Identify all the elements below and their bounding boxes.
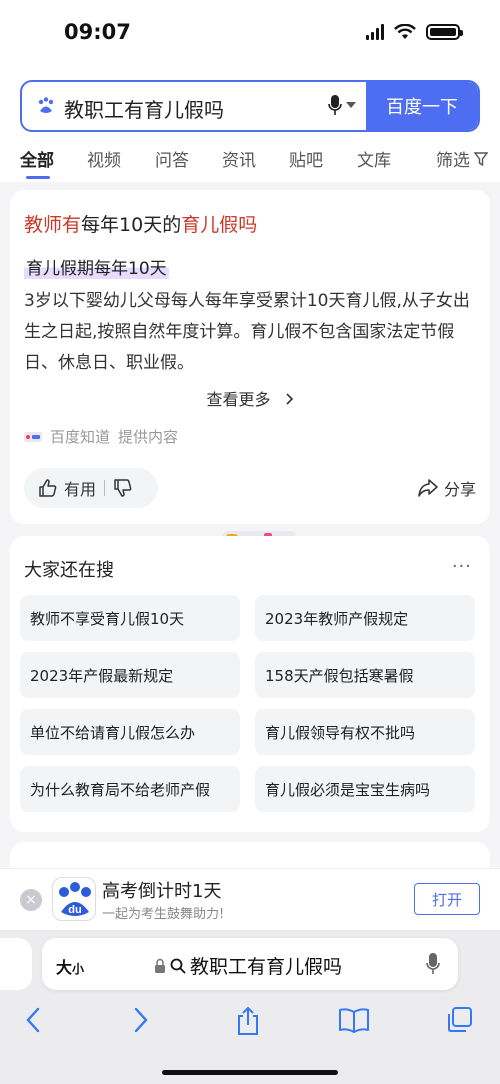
status-time: 09:07 xyxy=(64,20,131,44)
tab-news[interactable]: 资讯 xyxy=(222,146,256,171)
text-size-small: 小 xyxy=(72,962,85,976)
chevron-right-icon xyxy=(285,393,293,405)
close-banner-icon[interactable]: × xyxy=(20,889,42,911)
related-searches-card: 大家还在搜 ··· 教师不享受育儿假10天 2023年教师产假规定 2023年产… xyxy=(10,536,490,832)
useful-label[interactable]: 有用 xyxy=(64,476,96,500)
logo-text: du xyxy=(68,904,81,916)
filter-label: 筛选 xyxy=(436,151,470,171)
previous-tab-peek[interactable] xyxy=(0,938,32,990)
search-input[interactable]: 教职工有育儿假吗 xyxy=(64,94,224,123)
cellular-signal-icon xyxy=(366,24,384,40)
search-header: 教职工有育儿假吗 百度一下 全部 视频 问答 资讯 贴吧 文库 筛选 xyxy=(0,70,500,182)
open-app-button[interactable]: 打开 xyxy=(414,883,480,915)
answer-subtitle: 育儿假期每年10天 xyxy=(24,254,169,279)
related-search-item[interactable]: 教师不享受育儿假10天 xyxy=(20,595,240,641)
view-more-label: 查看更多 xyxy=(206,390,271,409)
share-label: 分享 xyxy=(443,480,476,499)
related-search-item[interactable]: 2023年产假最新规定 xyxy=(20,652,240,698)
browser-bottom-bar: 大小 教职工有育儿假吗 xyxy=(0,930,500,1084)
address-text: 教职工有育儿假吗 xyxy=(190,956,343,978)
status-icons xyxy=(366,24,463,40)
home-indicator xyxy=(162,1070,338,1075)
view-more-link[interactable]: 查看更多 xyxy=(10,386,490,410)
title-middle: 每年10天的 xyxy=(81,214,182,236)
address-content[interactable]: 教职工有育儿假吗 xyxy=(154,952,342,979)
voice-search[interactable] xyxy=(328,94,356,116)
related-search-item[interactable]: 2023年教师产假规定 xyxy=(255,595,475,641)
title-highlight-2: 育儿假吗 xyxy=(181,214,258,236)
tab-tieba[interactable]: 贴吧 xyxy=(289,146,323,171)
search-button[interactable]: 百度一下 xyxy=(366,82,478,130)
wifi-icon xyxy=(394,24,416,39)
baidu-zhidao-logo-icon xyxy=(24,431,42,442)
back-icon[interactable] xyxy=(24,1006,42,1034)
microphone-icon xyxy=(328,95,342,115)
app-promo-banner: × du 高考倒计时1天 一起为考生鼓舞助力! 打开 xyxy=(0,868,500,930)
active-tab-indicator xyxy=(26,176,50,179)
baidu-paw-icon: du xyxy=(59,882,91,916)
tabs-icon[interactable] xyxy=(446,1006,474,1034)
title-highlight-1: 教师有 xyxy=(24,214,82,236)
banner-subtitle: 一起为考生鼓舞助力! xyxy=(102,907,225,922)
filter-icon xyxy=(474,151,488,166)
tab-video[interactable]: 视频 xyxy=(87,146,121,171)
baidu-paw-icon xyxy=(38,97,54,113)
text-size-big: 大 xyxy=(56,958,73,977)
dropdown-arrow-icon xyxy=(346,102,356,108)
divider xyxy=(104,480,106,496)
source-info: 百度知道 提供内容 xyxy=(24,426,178,447)
result-title[interactable]: 教师有每年10天的育儿假吗 xyxy=(24,210,257,237)
filter-button[interactable]: 筛选 xyxy=(436,146,488,171)
microphone-icon[interactable] xyxy=(426,952,440,976)
bookmarks-icon[interactable] xyxy=(338,1006,370,1034)
share-button[interactable]: 分享 xyxy=(418,476,476,500)
tab-wenku[interactable]: 文库 xyxy=(357,146,391,171)
banner-title: 高考倒计时1天 xyxy=(102,881,222,902)
share-icon[interactable] xyxy=(234,1006,262,1036)
answer-body: 3岁以下婴幼儿父母每人每年享受累计10天育儿假,从子女出生之日起,按照自然年度计… xyxy=(24,291,470,373)
thumbs-up-icon[interactable] xyxy=(38,478,58,498)
tab-qa[interactable]: 问答 xyxy=(155,146,189,171)
tab-all[interactable]: 全部 xyxy=(20,146,54,171)
more-options-icon[interactable]: ··· xyxy=(452,556,472,577)
related-search-item[interactable]: 育儿假领导有权不批吗 xyxy=(255,709,475,755)
address-bar[interactable]: 大小 教职工有育儿假吗 xyxy=(42,938,458,990)
baidu-app-logo: du xyxy=(52,877,96,921)
browser-toolbar xyxy=(0,1002,500,1042)
text-size-button[interactable]: 大小 xyxy=(56,954,84,978)
feedback-pill: 有用 xyxy=(24,468,158,508)
search-icon xyxy=(170,958,186,974)
source-note: 提供内容 xyxy=(118,428,179,446)
status-bar: 09:07 xyxy=(0,0,500,70)
forward-icon[interactable] xyxy=(132,1006,150,1034)
related-search-item[interactable]: 育儿假必须是宝宝生病吗 xyxy=(255,766,475,812)
related-title: 大家还在搜 xyxy=(24,560,114,581)
source-name: 百度知道 xyxy=(50,428,111,446)
related-search-item[interactable]: 为什么教育局不给老师产假 xyxy=(20,766,240,812)
share-icon xyxy=(418,479,438,497)
answer-card: 教师有每年10天的育儿假吗 育儿假期每年10天 3岁以下婴幼儿父母每人每年享受累… xyxy=(10,190,490,524)
search-tabs: 全部 视频 问答 资讯 贴吧 文库 筛选 xyxy=(0,144,500,182)
battery-icon xyxy=(426,24,463,40)
related-search-item[interactable]: 单位不给请育儿假怎么办 xyxy=(20,709,240,755)
search-box[interactable]: 教职工有育儿假吗 百度一下 xyxy=(20,80,480,132)
thumbs-down-icon[interactable] xyxy=(113,478,133,498)
related-search-item[interactable]: 158天产假包括寒暑假 xyxy=(255,652,475,698)
lock-icon xyxy=(155,958,165,973)
